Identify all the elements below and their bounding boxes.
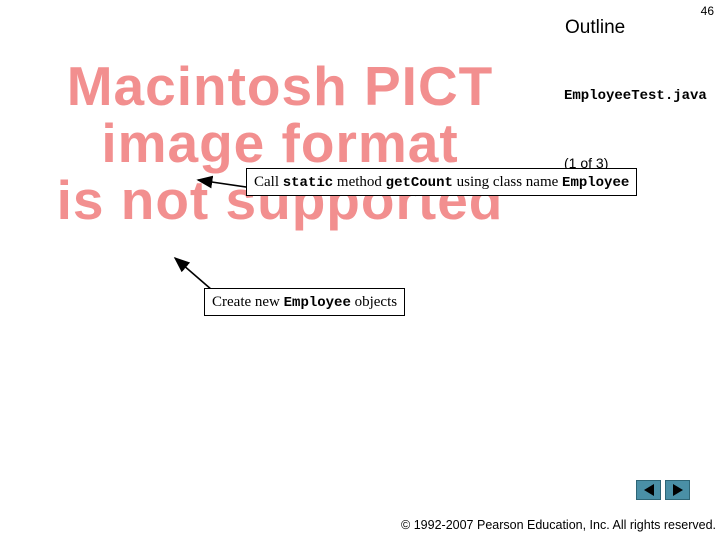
file-name: EmployeeTest.java	[564, 88, 707, 104]
triangle-right-icon	[672, 484, 683, 496]
callout-code-getcount: getCount	[385, 175, 453, 191]
next-slide-button[interactable]	[665, 480, 690, 500]
copyright-notice: © 1992-2007 Pearson Education, Inc. All …	[401, 518, 716, 532]
triangle-left-icon	[643, 484, 654, 496]
callout-text: Call	[254, 174, 283, 190]
callout-code-employee: Employee	[283, 295, 351, 311]
callout-code-static: static	[282, 175, 334, 191]
placeholder-line-2: image format	[101, 112, 459, 174]
callout-create-objects: Create new Employee objects	[204, 288, 406, 316]
callout-text: using class name	[452, 174, 563, 190]
callout-text: method	[333, 174, 386, 190]
callout-text: Create new	[212, 294, 284, 310]
callout-static-method: Call static method getCount using class …	[246, 168, 638, 196]
placeholder-line-1: Macintosh PICT	[66, 55, 494, 117]
callout-code-employee: Employee	[562, 175, 630, 191]
previous-slide-button[interactable]	[636, 480, 661, 500]
arrow-create-callout	[173, 256, 213, 291]
page-number: 46	[700, 4, 714, 18]
callout-text: objects	[350, 294, 398, 310]
outline-title: Outline	[565, 17, 626, 38]
